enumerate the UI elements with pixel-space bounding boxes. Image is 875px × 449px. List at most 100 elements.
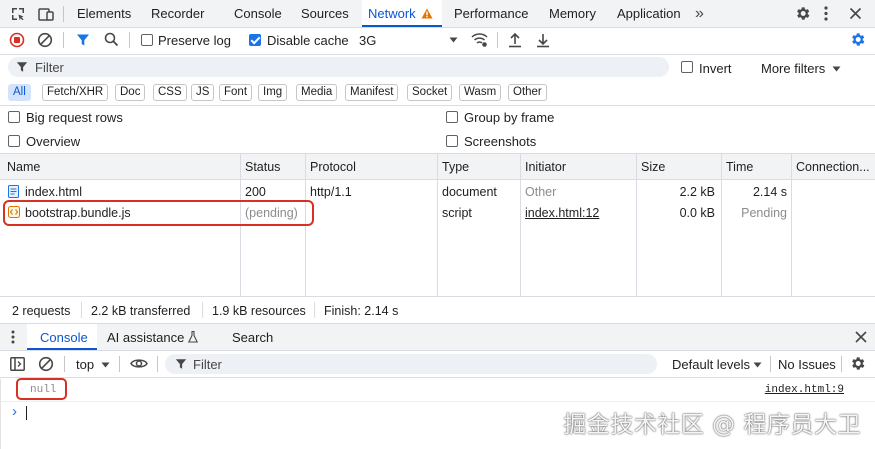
type-filter-other[interactable]: Other [508, 84, 547, 101]
close-drawer-icon[interactable] [855, 331, 867, 343]
request-type: script [442, 206, 472, 220]
search-icon[interactable] [104, 32, 119, 47]
throttling-value: 3G [359, 33, 377, 48]
stop-recording-icon[interactable] [9, 32, 25, 48]
log-levels-select[interactable]: Default levels [672, 354, 766, 374]
column-header-size[interactable]: Size [641, 160, 665, 174]
tab-console[interactable]: Console [234, 0, 282, 26]
text-cursor [26, 406, 27, 420]
type-filter-wasm[interactable]: Wasm [459, 84, 502, 101]
tab-memory[interactable]: Memory [549, 0, 596, 26]
log-levels-value: Default levels [672, 357, 751, 372]
type-filter-media[interactable]: Media [296, 84, 338, 101]
toolbar-separator [841, 356, 842, 372]
clear-console-icon[interactable] [38, 356, 54, 372]
tab-recorder[interactable]: Recorder [151, 0, 204, 26]
import-har-icon[interactable] [508, 32, 522, 48]
preserve-log-checkbox[interactable] [141, 34, 153, 46]
toolbar-separator [63, 32, 64, 48]
request-name: index.html [25, 185, 82, 199]
issues-counter[interactable]: No Issues [778, 357, 836, 372]
console-settings-gear-icon[interactable] [849, 355, 866, 372]
filter-placeholder: Filter [35, 60, 64, 75]
type-filter-socket[interactable]: Socket [407, 84, 453, 101]
filter-funnel-icon [16, 61, 28, 73]
tab-elements[interactable]: Elements [77, 0, 131, 26]
big-request-rows-checkbox[interactable] [8, 111, 20, 123]
column-header-status[interactable]: Status [245, 160, 280, 174]
settings-gear-icon[interactable] [794, 5, 811, 22]
inspect-element-icon[interactable] [10, 6, 26, 22]
console-filter-input[interactable]: Filter [165, 354, 657, 374]
caret-down-icon [753, 362, 762, 368]
table-row[interactable]: index.html 200 http/1.1 document Other 2… [0, 181, 875, 202]
request-type: document [442, 185, 497, 199]
toolbar-separator [129, 32, 130, 48]
request-time: 2.14 s [752, 185, 787, 199]
overview-checkbox[interactable] [8, 135, 20, 147]
drawer-tab-console[interactable]: Console [27, 324, 97, 350]
toolbar-separator [770, 356, 771, 372]
column-header-protocol[interactable]: Protocol [310, 160, 356, 174]
drawer-tab-ai-assistance[interactable]: AI assistance [107, 330, 184, 345]
request-protocol: http/1.1 [310, 185, 352, 199]
close-devtools-icon[interactable] [849, 7, 862, 20]
caret-down-icon [832, 66, 841, 72]
type-filter-img[interactable]: Img [258, 84, 288, 101]
console-input[interactable] [26, 404, 526, 422]
toolbar-separator [119, 356, 120, 372]
tab-application[interactable]: Application [617, 0, 681, 26]
tab-sources[interactable]: Sources [301, 0, 349, 26]
type-filter-css[interactable]: CSS [153, 84, 187, 101]
column-header-connection[interactable]: Connection... [796, 160, 870, 174]
summary-finish: Finish: 2.14 s [324, 304, 399, 318]
console-prompt-caret: › [12, 403, 17, 420]
type-filter-fetch-xhr[interactable]: Fetch/XHR [42, 84, 109, 101]
toolbar-separator [497, 32, 498, 48]
disable-cache-checkbox[interactable] [249, 34, 261, 46]
network-conditions-icon[interactable] [471, 32, 488, 48]
type-filter-doc[interactable]: Doc [115, 84, 146, 101]
live-expression-eye-icon[interactable] [130, 357, 148, 370]
drawer-menu-icon[interactable] [11, 330, 15, 344]
experimental-flask-icon [188, 331, 198, 343]
tab-separator [63, 6, 64, 22]
drawer-tab-search[interactable]: Search [232, 330, 273, 345]
tab-network[interactable]: Network [362, 0, 442, 27]
column-header-name[interactable]: Name [7, 160, 40, 174]
throttling-select[interactable]: 3G [355, 29, 461, 51]
type-filter-font[interactable]: Font [219, 84, 253, 101]
more-tabs-button[interactable]: » [695, 0, 704, 26]
more-filters-button[interactable]: More filters [761, 58, 845, 78]
type-filter-js[interactable]: JS [191, 84, 215, 101]
type-filter-manifest[interactable]: Manifest [345, 84, 399, 101]
group-by-frame-checkbox[interactable] [446, 111, 458, 123]
filter-funnel-icon[interactable] [76, 33, 90, 47]
column-header-type[interactable]: Type [442, 160, 469, 174]
console-filter-placeholder: Filter [193, 357, 222, 372]
column-header-time[interactable]: Time [726, 160, 753, 174]
kebab-menu-icon[interactable] [823, 5, 829, 22]
tab-network-underline [362, 25, 442, 27]
toolbar-separator [64, 356, 65, 372]
console-source-link[interactable]: index.html:9 [765, 384, 844, 396]
context-selector[interactable]: top [71, 354, 115, 374]
summary-transferred: 2.2 kB transferred [91, 304, 191, 318]
screenshots-checkbox[interactable] [446, 135, 458, 147]
type-filter-all[interactable]: All [8, 84, 31, 101]
overview-label: Overview [26, 134, 81, 149]
column-header-initiator[interactable]: Initiator [525, 160, 566, 174]
invert-checkbox[interactable] [681, 61, 693, 73]
request-initiator-link[interactable]: index.html:12 [525, 206, 599, 220]
highlight-box-null-output [16, 378, 67, 400]
caret-down-icon [101, 362, 110, 368]
caret-down-icon [449, 37, 458, 43]
console-sidebar-icon[interactable] [10, 357, 25, 371]
invert-label: Invert [699, 61, 732, 76]
tab-performance[interactable]: Performance [454, 0, 528, 26]
device-toolbar-icon[interactable] [38, 6, 55, 22]
clear-icon[interactable] [37, 32, 53, 48]
filter-input[interactable]: Filter [8, 57, 669, 77]
export-har-icon[interactable] [536, 32, 550, 48]
network-settings-gear-icon[interactable] [849, 31, 866, 48]
